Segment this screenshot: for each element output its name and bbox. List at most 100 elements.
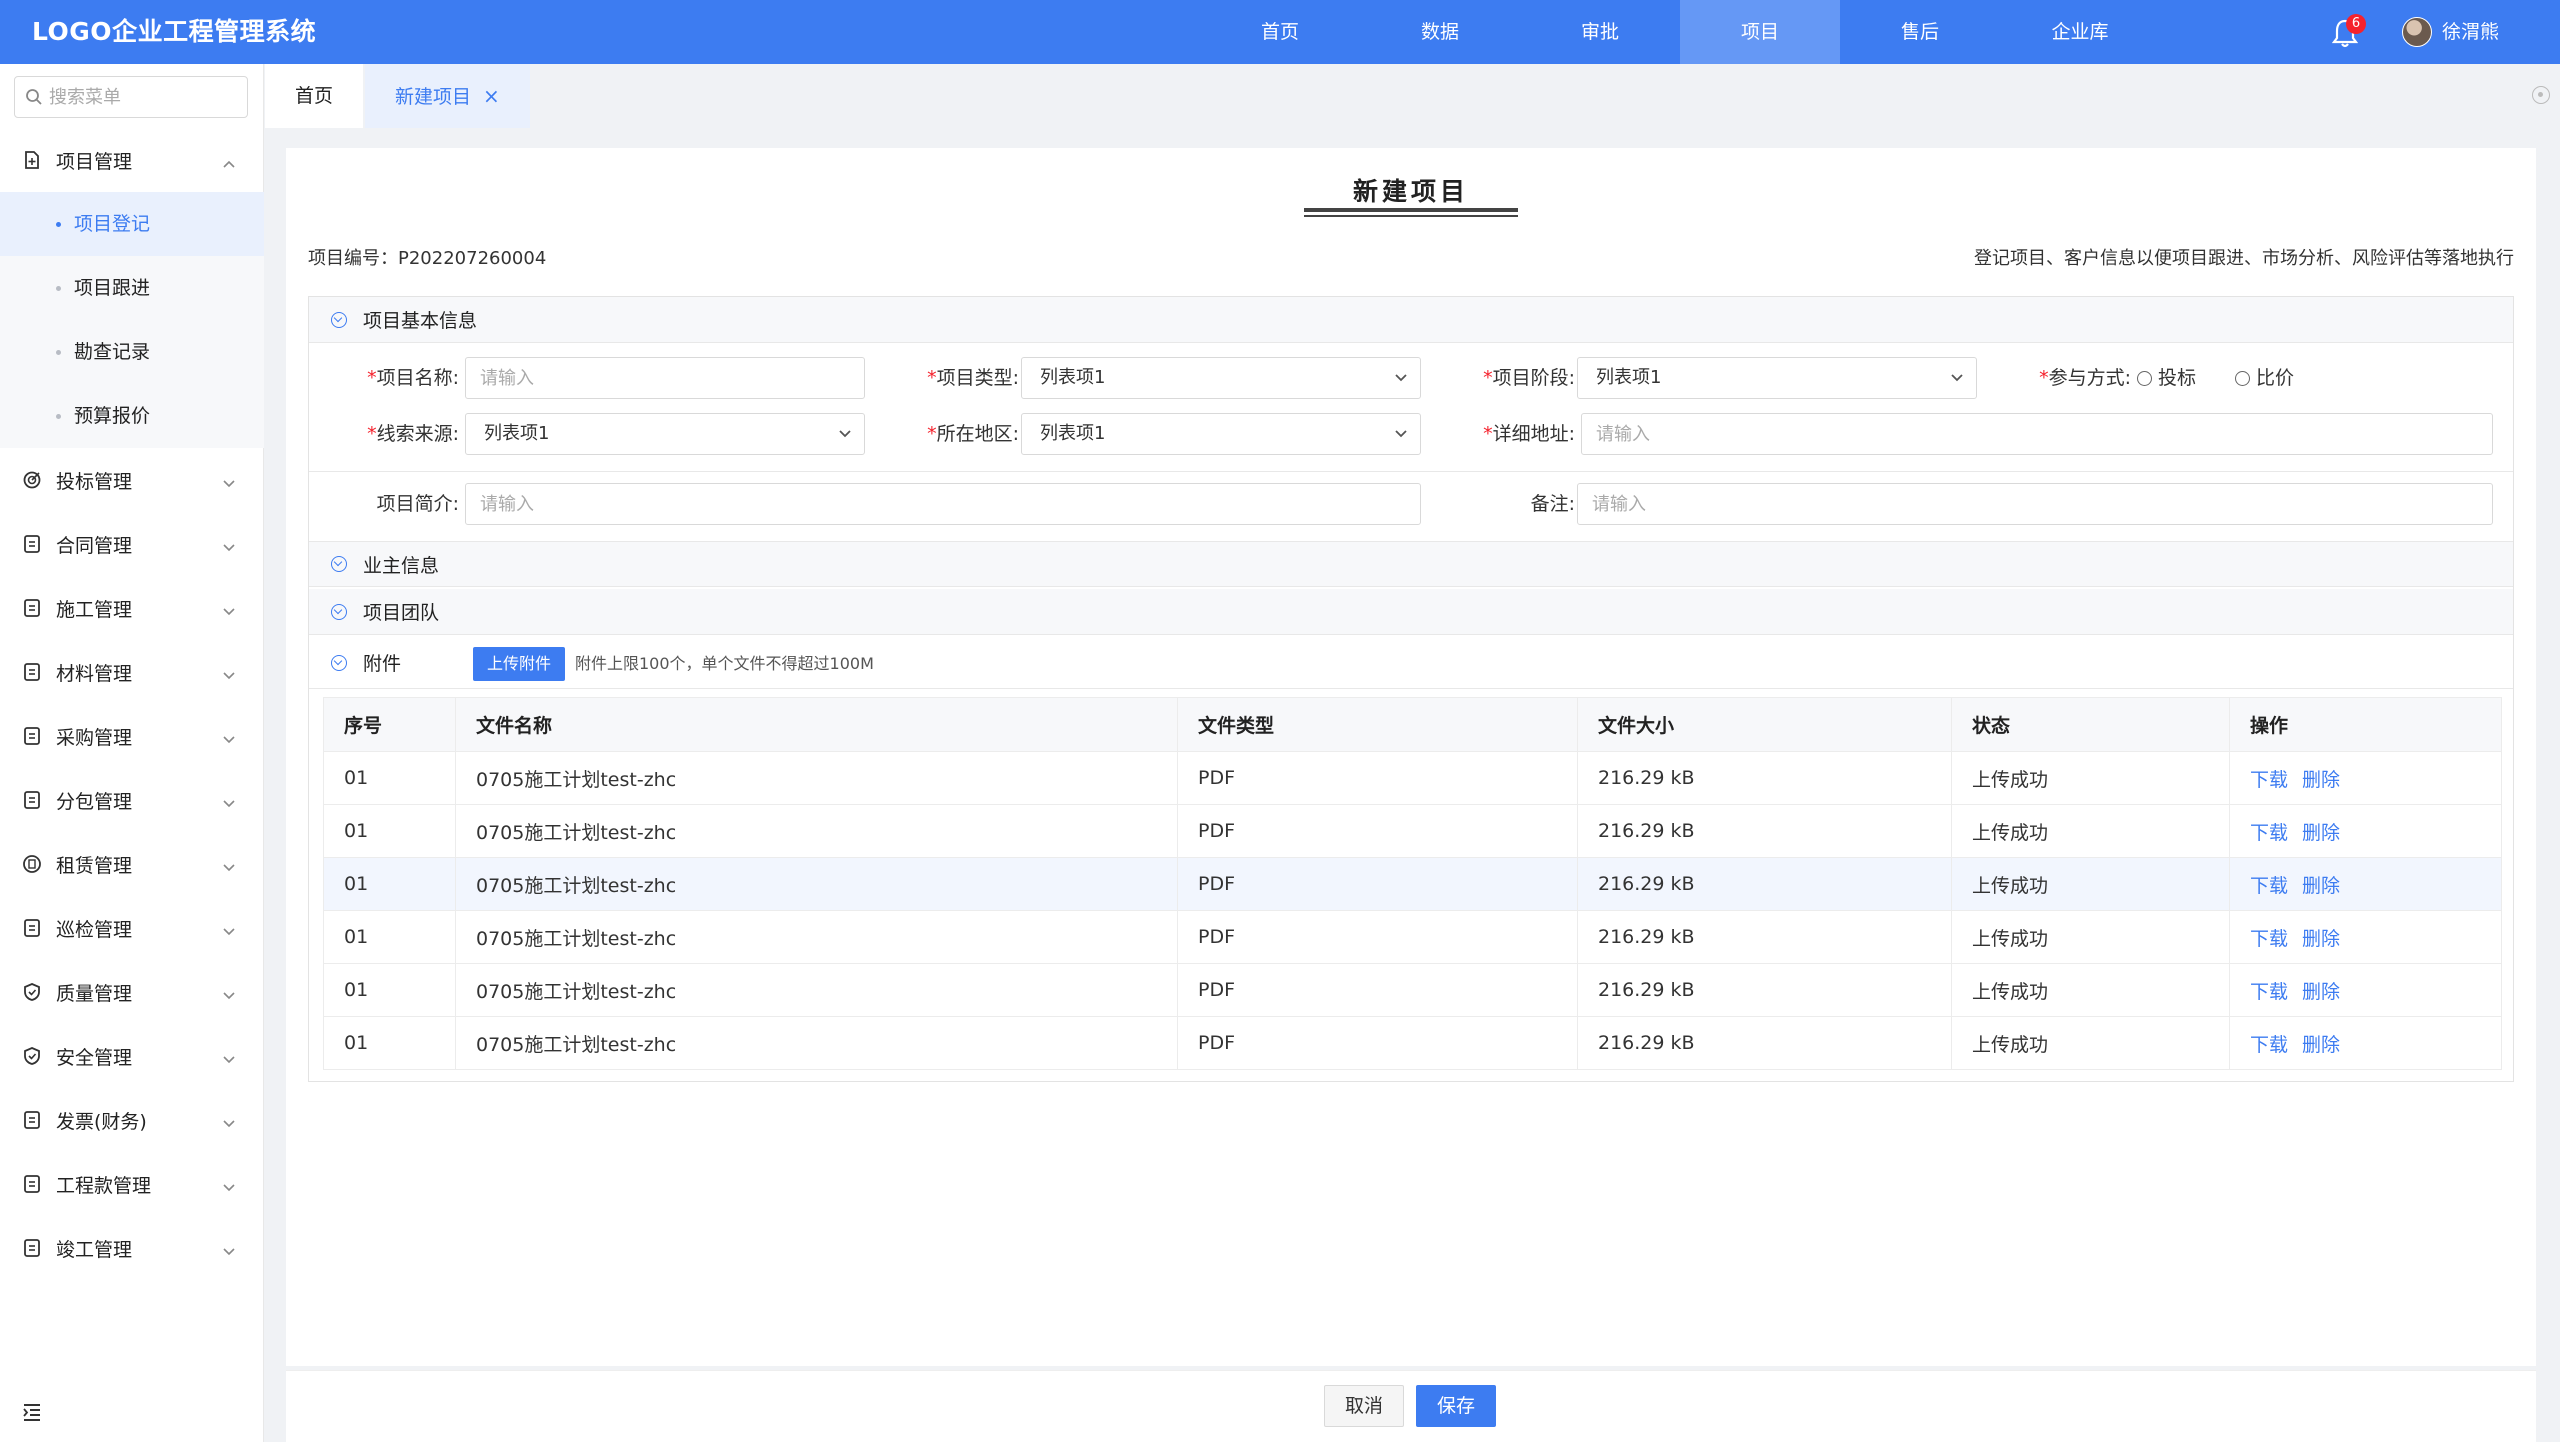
top-nav-item[interactable]: 企业库 bbox=[2000, 0, 2160, 64]
sidebar-subitem[interactable]: 项目登记 bbox=[0, 192, 264, 256]
cell-file-type: PDF bbox=[1177, 963, 1578, 1017]
sidebar-item-label: 施工管理 bbox=[56, 598, 133, 621]
menu-search-input[interactable] bbox=[49, 77, 239, 117]
tab-new-project[interactable]: 新建项目 × bbox=[365, 64, 530, 128]
sidebar-item[interactable]: 工程款管理 bbox=[0, 1152, 264, 1216]
table-header-row: 序号 文件名称 文件类型 文件大小 状态 操作 bbox=[323, 697, 2502, 752]
user-avatar[interactable] bbox=[2402, 17, 2432, 47]
sidebar-submenu: 项目登记 项目跟进 勘查记录 预算报价 bbox=[0, 192, 264, 448]
region-select[interactable]: 列表项1 bbox=[1021, 413, 1421, 455]
download-link[interactable]: 下载 bbox=[2250, 1034, 2288, 1056]
sidebar-item[interactable]: 投标管理 bbox=[0, 448, 264, 512]
lead-source-label: *线索来源: bbox=[329, 413, 459, 455]
sidebar-item[interactable]: 材料管理 bbox=[0, 640, 264, 704]
cell-file-name: 0705施工计划test-zhc bbox=[455, 857, 1178, 911]
tab-options-icon[interactable] bbox=[2532, 86, 2550, 104]
sidebar-item[interactable]: 竣工管理 bbox=[0, 1216, 264, 1280]
cell-file-size: 216.29 kB bbox=[1577, 804, 1952, 858]
radio-compare-label: 比价 bbox=[2256, 367, 2295, 389]
top-nav-item[interactable]: 审批 bbox=[1520, 0, 1680, 64]
save-button[interactable]: 保存 bbox=[1416, 1385, 1496, 1427]
top-nav-item[interactable]: 售后 bbox=[1840, 0, 2000, 64]
delete-link[interactable]: 删除 bbox=[2302, 875, 2340, 897]
sidebar-item[interactable]: 分包管理 bbox=[0, 768, 264, 832]
top-nav-item[interactable]: 首页 bbox=[1200, 0, 1360, 64]
cell-no: 01 bbox=[323, 1016, 456, 1070]
lease-icon bbox=[22, 854, 42, 874]
table-row: 01 0705施工计划test-zhc PDF 216.29 kB 上传成功 下载 删除 bbox=[323, 857, 2502, 911]
file-plus-icon bbox=[22, 150, 42, 170]
address-input[interactable] bbox=[1581, 413, 2493, 455]
cell-file-name: 0705施工计划test-zhc bbox=[455, 963, 1178, 1017]
remark-input[interactable] bbox=[1577, 483, 2493, 525]
project-type-select[interactable]: 列表项1 bbox=[1021, 357, 1421, 399]
delete-link[interactable]: 删除 bbox=[2302, 1034, 2340, 1056]
collapse-sidebar-icon[interactable] bbox=[22, 1402, 42, 1422]
section-basic-info-header[interactable]: 项目基本信息 bbox=[309, 297, 2513, 343]
sidebar-item-label: 巡检管理 bbox=[56, 918, 133, 941]
sidebar-subitem[interactable]: 勘查记录 bbox=[0, 320, 264, 384]
contract-icon bbox=[22, 534, 42, 554]
collapse-circle-icon bbox=[331, 603, 347, 620]
section-attachment-header[interactable]: 附件 上传附件 附件上限100个，单个文件不得超过100M bbox=[309, 637, 2513, 689]
section-attachment-title: 附件 bbox=[363, 653, 402, 675]
chevron-down-icon bbox=[222, 792, 236, 814]
sidebar-item[interactable]: 施工管理 bbox=[0, 576, 264, 640]
participation-radio-compare[interactable]: 比价 bbox=[2235, 357, 2294, 399]
sidebar-item[interactable]: 合同管理 bbox=[0, 512, 264, 576]
top-nav-item[interactable]: 数据 bbox=[1360, 0, 1520, 64]
table-row: 01 0705施工计划test-zhc PDF 216.29 kB 上传成功 下载 删除 bbox=[323, 963, 2502, 1017]
download-link[interactable]: 下载 bbox=[2250, 928, 2288, 950]
section-team-header[interactable]: 项目团队 bbox=[309, 589, 2513, 635]
table-header-cell: 序号 bbox=[323, 697, 456, 752]
project-number: 项目编号：P202207260004 bbox=[308, 248, 547, 269]
section-owner-info-title: 业主信息 bbox=[363, 554, 440, 577]
download-link[interactable]: 下载 bbox=[2250, 981, 2288, 1003]
chevron-down-icon bbox=[222, 984, 236, 1006]
delete-link[interactable]: 删除 bbox=[2302, 928, 2340, 950]
cell-actions: 下载 删除 bbox=[2229, 857, 2502, 911]
completion-icon bbox=[22, 1238, 42, 1258]
required-mark: * bbox=[367, 367, 377, 389]
upload-attachment-button[interactable]: 上传附件 bbox=[473, 647, 566, 681]
collapse-circle-icon bbox=[331, 311, 347, 328]
delete-link[interactable]: 删除 bbox=[2302, 822, 2340, 844]
download-link[interactable]: 下载 bbox=[2250, 822, 2288, 844]
radio-circle bbox=[2137, 370, 2152, 386]
participation-radio-bid[interactable]: 投标 bbox=[2137, 357, 2196, 399]
sidebar-item[interactable]: 项目管理 bbox=[0, 128, 264, 192]
form-divider bbox=[309, 471, 2513, 472]
top-nav-item[interactable]: 项目 bbox=[1680, 0, 1840, 64]
app-logo-title[interactable]: LOGO企业工程管理系统 bbox=[32, 0, 316, 64]
sidebar-subitem[interactable]: 预算报价 bbox=[0, 384, 264, 448]
tab-home[interactable]: 首页 bbox=[265, 64, 364, 128]
section-owner-info-header[interactable]: 业主信息 bbox=[309, 541, 2513, 587]
invoice-icon bbox=[22, 1110, 42, 1130]
sidebar-item[interactable]: 质量管理 bbox=[0, 960, 264, 1024]
sidebar-item[interactable]: 安全管理 bbox=[0, 1024, 264, 1088]
sidebar-menu: 项目管理 项目登记 项目跟进 勘查记录 预算报价 投标管理 合同管理施工管理材料管理 采购管理… bbox=[0, 128, 264, 1280]
sidebar-subitem[interactable]: 项目跟进 bbox=[0, 256, 264, 320]
lead-source-select[interactable]: 列表项1 bbox=[465, 413, 865, 455]
main-card: 新建项目 项目编号：P202207260004 登记项目、客户信息以便项目跟进、… bbox=[286, 148, 2536, 1366]
cancel-button[interactable]: 取消 bbox=[1324, 1385, 1404, 1427]
delete-link[interactable]: 删除 bbox=[2302, 981, 2340, 1003]
download-link[interactable]: 下载 bbox=[2250, 769, 2288, 791]
project-stage-select[interactable]: 列表项1 bbox=[1577, 357, 1977, 399]
sidebar-item[interactable]: 租赁管理 bbox=[0, 832, 264, 896]
cell-actions: 下载 删除 bbox=[2229, 804, 2502, 858]
cell-file-name: 0705施工计划test-zhc bbox=[455, 804, 1178, 858]
download-link[interactable]: 下载 bbox=[2250, 875, 2288, 897]
region-label-text: 所在地区: bbox=[936, 423, 1019, 445]
target-icon bbox=[22, 470, 42, 490]
participation-label: *参与方式: bbox=[2001, 357, 2131, 399]
sidebar-item[interactable]: 采购管理 bbox=[0, 704, 264, 768]
delete-link[interactable]: 删除 bbox=[2302, 769, 2340, 791]
project-summary-input[interactable] bbox=[465, 483, 1421, 525]
sidebar-item[interactable]: 巡检管理 bbox=[0, 896, 264, 960]
sidebar-item[interactable]: 发票(财务) bbox=[0, 1088, 264, 1152]
project-name-input[interactable] bbox=[465, 357, 865, 399]
cell-file-type: PDF bbox=[1177, 857, 1578, 911]
user-name[interactable]: 徐渭熊 bbox=[2442, 0, 2499, 64]
tab-close-icon[interactable]: × bbox=[483, 84, 500, 108]
